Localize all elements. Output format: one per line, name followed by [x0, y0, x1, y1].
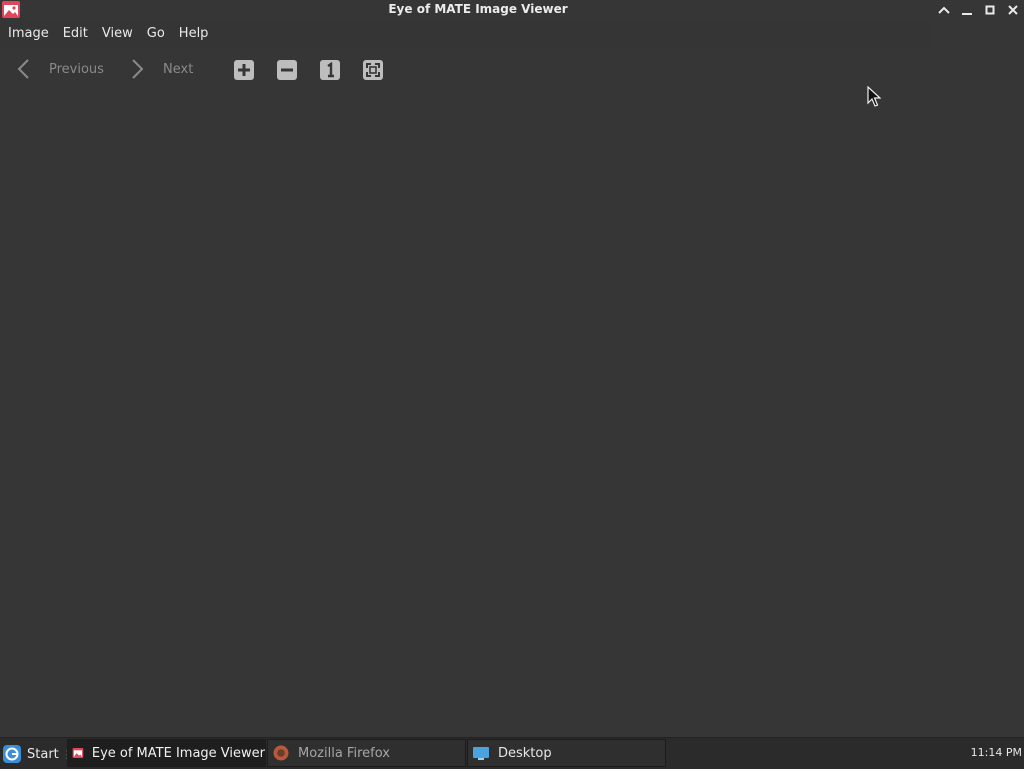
menu-image[interactable]: Image — [2, 21, 55, 47]
desktop-icon — [473, 747, 489, 760]
task-desktop[interactable]: Desktop — [467, 739, 666, 767]
previous-label: Previous — [49, 61, 104, 77]
window-titlebar[interactable]: Eye of MATE Image Viewer — [0, 0, 1024, 20]
task-eye-of-mate[interactable]: Eye of MATE Image Viewer — [67, 739, 266, 767]
start-button[interactable]: Start ⋮ — [2, 741, 73, 767]
zoom-in-button[interactable] — [233, 59, 255, 81]
window-title: Eye of MATE Image Viewer — [388, 2, 568, 16]
mouse-pointer-icon — [867, 86, 881, 107]
task-firefox[interactable]: Mozilla Firefox — [267, 739, 466, 767]
best-fit-icon — [363, 60, 383, 80]
chevron-right-icon — [132, 59, 144, 79]
menu-view[interactable]: View — [96, 21, 139, 47]
previous-button[interactable]: Previous — [14, 52, 104, 86]
maximize-icon[interactable] — [980, 2, 1000, 18]
task-label: Mozilla Firefox — [298, 745, 390, 761]
firefox-icon — [273, 745, 289, 761]
chevron-left-icon — [17, 59, 29, 79]
task-label: Eye of MATE Image Viewer — [91, 745, 265, 761]
clock[interactable]: 11:14 PM — [971, 738, 1022, 769]
image-viewer-icon — [72, 747, 84, 759]
menu-help[interactable]: Help — [173, 21, 215, 47]
next-button[interactable]: Next — [128, 52, 193, 86]
close-icon[interactable] — [1003, 2, 1023, 18]
task-label: Desktop — [498, 745, 552, 761]
zoom-out-icon — [277, 60, 297, 80]
best-fit-button[interactable] — [362, 59, 384, 81]
menu-go[interactable]: Go — [141, 21, 171, 47]
start-menu-icon — [3, 745, 21, 763]
zoom-out-button[interactable] — [276, 59, 298, 81]
normal-size-icon — [320, 60, 340, 80]
zoom-in-icon — [234, 60, 254, 80]
minimize-icon[interactable] — [957, 2, 977, 18]
image-display-area[interactable] — [0, 88, 1024, 736]
normal-size-button[interactable] — [319, 59, 341, 81]
shade-icon[interactable] — [934, 2, 954, 18]
menu-edit[interactable]: Edit — [57, 21, 94, 47]
next-label: Next — [163, 61, 194, 77]
start-label: Start — [27, 746, 59, 762]
taskbar: Start ⋮ Eye of MATE Image Viewer Mozilla… — [0, 737, 1024, 769]
menubar: Image Edit View Go Help — [0, 21, 930, 47]
toolbar: Previous Next — [0, 52, 1024, 86]
